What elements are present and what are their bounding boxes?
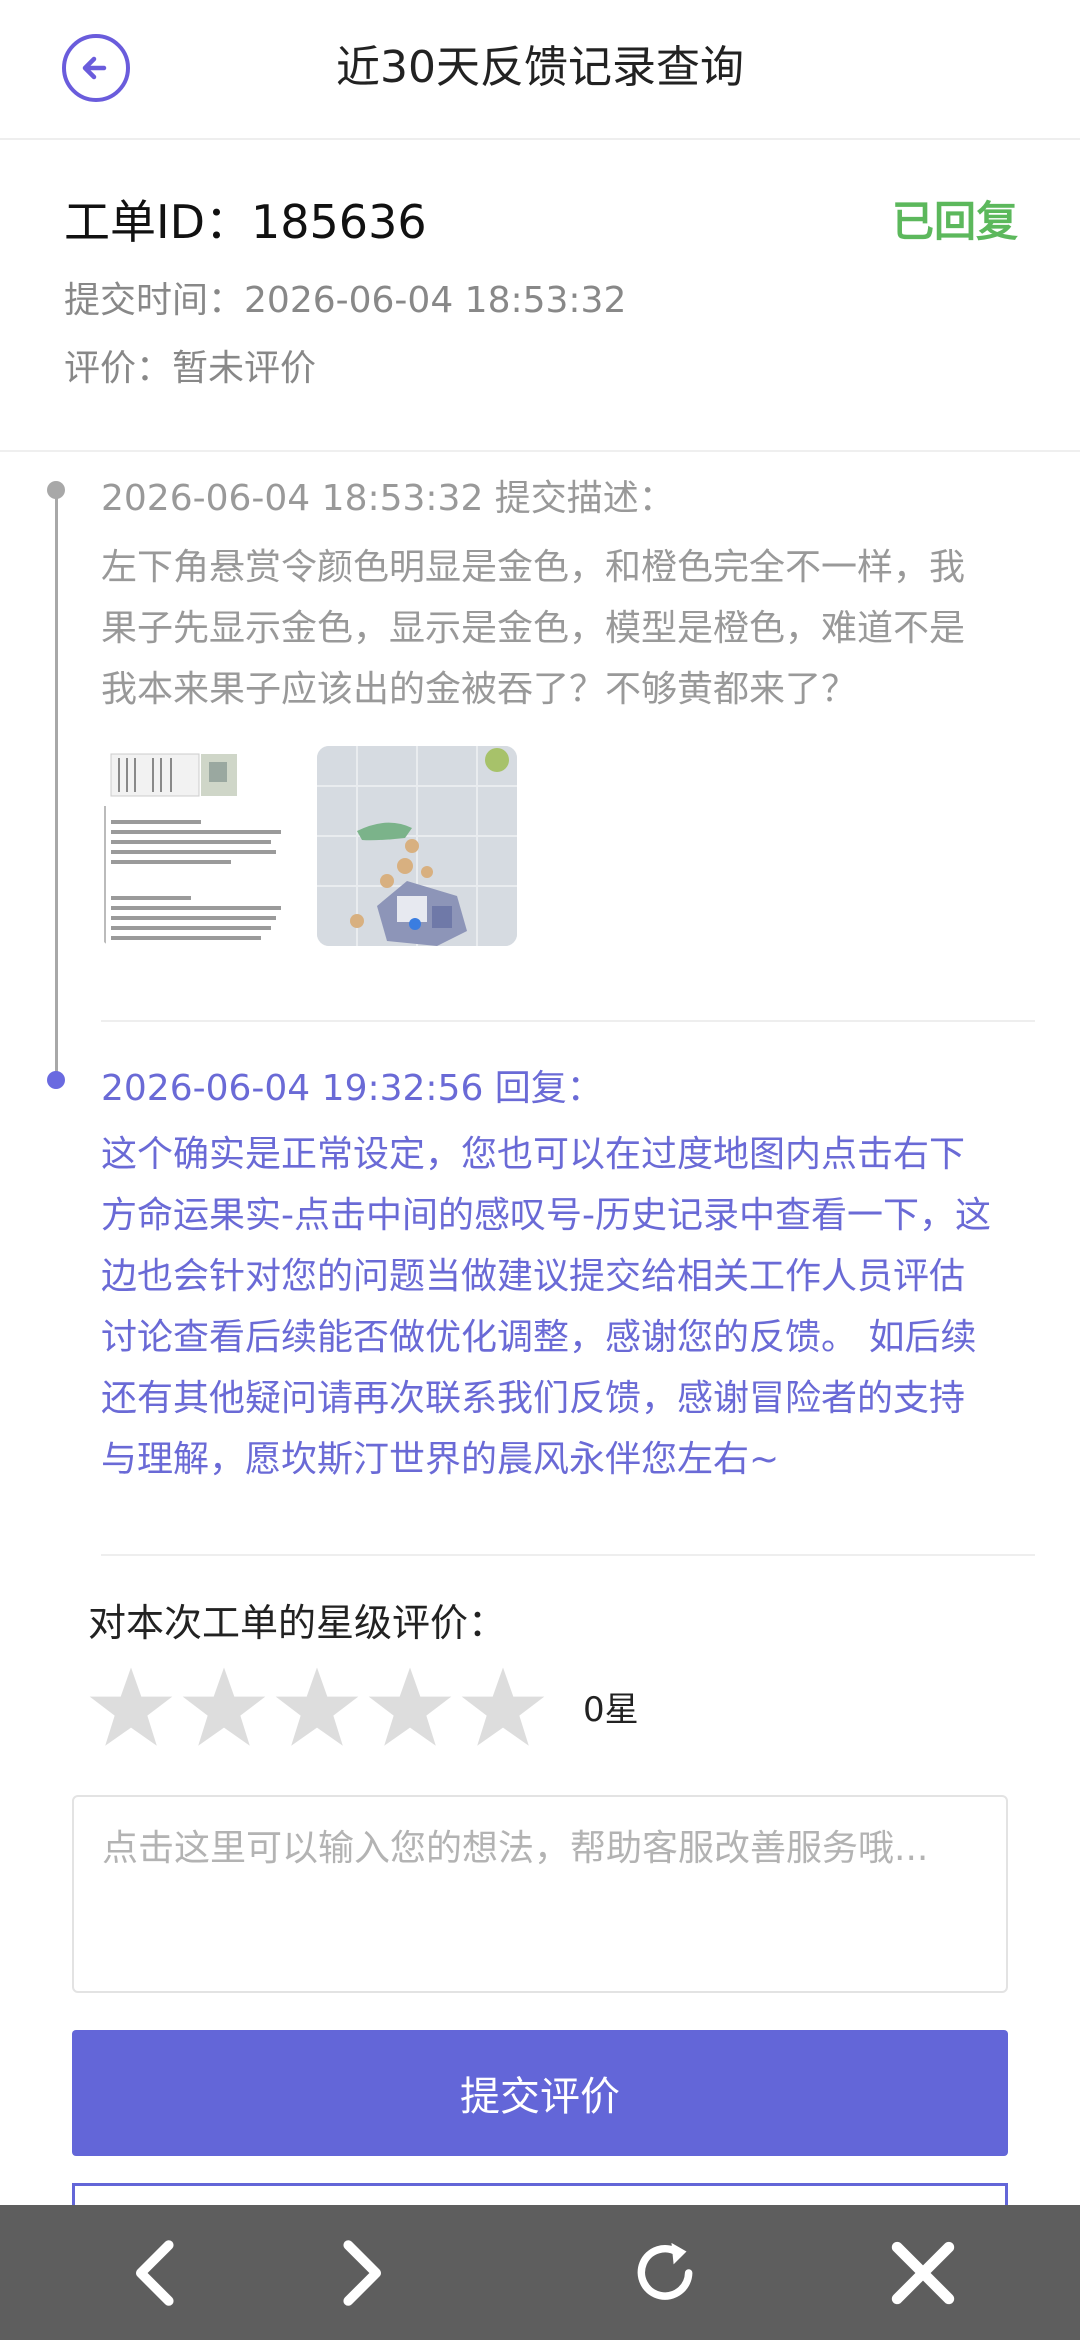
ticket-id-label: 工单ID： — [64, 195, 251, 249]
star-3-icon[interactable] — [274, 1664, 360, 1750]
attachment-thumbnail-game[interactable] — [317, 746, 517, 946]
star-5-icon[interactable] — [460, 1664, 546, 1750]
star-1-icon[interactable] — [88, 1664, 174, 1750]
submit-entry-text: 左下角悬赏令颜色明显是金色，和橙色完全不一样，我 果子先显示金色，显示是金色，模… — [101, 537, 1041, 720]
rating-status-label: 评价： — [64, 348, 173, 389]
reply-text-line: 方命运果实-点击中间的感叹号-历史记录中查看一下，这 — [101, 1195, 991, 1236]
reply-entry-text: 这个确实是正常设定，您也可以在过度地图内点击右下 方命运果实-点击中间的感叹号-… — [101, 1124, 1041, 1490]
back-arrow-icon[interactable] — [115, 2230, 201, 2316]
attachment-thumbnail-screenshot[interactable] — [101, 746, 301, 946]
reply-text-line: 这个确实是正常设定，您也可以在过度地图内点击右下 — [101, 1134, 966, 1175]
star-rating-label: 对本次工单的星级评价： — [88, 1601, 507, 1645]
feedback-input[interactable] — [72, 1795, 1008, 1993]
submit-text-line: 左下角悬赏令颜色明显是金色，和橙色完全不一样，我 — [101, 547, 966, 588]
submit-text-line: 果子先显示金色，显示是金色，模型是橙色，难道不是 — [101, 608, 966, 649]
submit-time-value: 2026-06-04 18:53:32 — [244, 280, 627, 321]
rating-status: 评价：暂未评价 — [64, 344, 316, 394]
status-badge: 已回复 — [891, 197, 1018, 246]
reply-text-line: 与理解，愿坎斯汀世界的晨风永伴您左右~ — [101, 1439, 780, 1480]
game-screenshot-image — [317, 746, 517, 946]
reply-entry-heading: 2026-06-04 19:32:56 回复： — [101, 1068, 603, 1109]
submit-entry-heading: 2026-06-04 18:53:32 提交描述： — [101, 478, 675, 519]
submit-time-label: 提交时间： — [64, 280, 245, 321]
reply-text-line: 还有其他疑问请再次联系我们反馈，感谢冒险者的支持 — [101, 1378, 966, 1419]
timeline-dot-reply — [47, 1071, 65, 1089]
forward-arrow-icon[interactable] — [316, 2230, 402, 2316]
star-count: 0星 — [583, 1690, 639, 1730]
timeline-line — [55, 492, 58, 1082]
ticket-id-value: 185636 — [251, 195, 427, 249]
page-title: 近30天反馈记录查询 — [336, 42, 744, 93]
reply-text-line: 边也会针对您的问题当做建议提交给相关工作人员评估 — [101, 1256, 966, 1297]
entry-divider — [101, 1020, 1035, 1022]
refresh-icon[interactable] — [622, 2230, 708, 2316]
browser-bottom-nav — [0, 2205, 1080, 2340]
submit-rating-button[interactable]: 提交评价 — [72, 2030, 1008, 2156]
rating-status-value: 暂未评价 — [172, 348, 317, 389]
section-divider — [101, 1554, 1035, 1556]
star-2-icon[interactable] — [181, 1664, 267, 1750]
reply-text-line: 讨论查看后续能否做优化调整，感谢您的反馈。 如后续 — [101, 1317, 977, 1358]
submit-text-line: 我本来果子应该出的金被吞了？不够黄都来了？ — [101, 669, 858, 710]
header-bar: 近30天反馈记录查询 — [0, 0, 1080, 140]
star-4-icon[interactable] — [367, 1664, 453, 1750]
submit-time: 提交时间：2026-06-04 18:53:32 — [64, 276, 626, 326]
ticket-summary: 工单ID：185636 已回复 提交时间：2026-06-04 18:53:32… — [0, 140, 1080, 452]
close-icon[interactable] — [880, 2230, 966, 2316]
ticket-id: 工单ID：185636 — [64, 192, 427, 252]
document-screenshot-image — [101, 746, 301, 946]
timeline-dot-submit — [47, 481, 65, 499]
